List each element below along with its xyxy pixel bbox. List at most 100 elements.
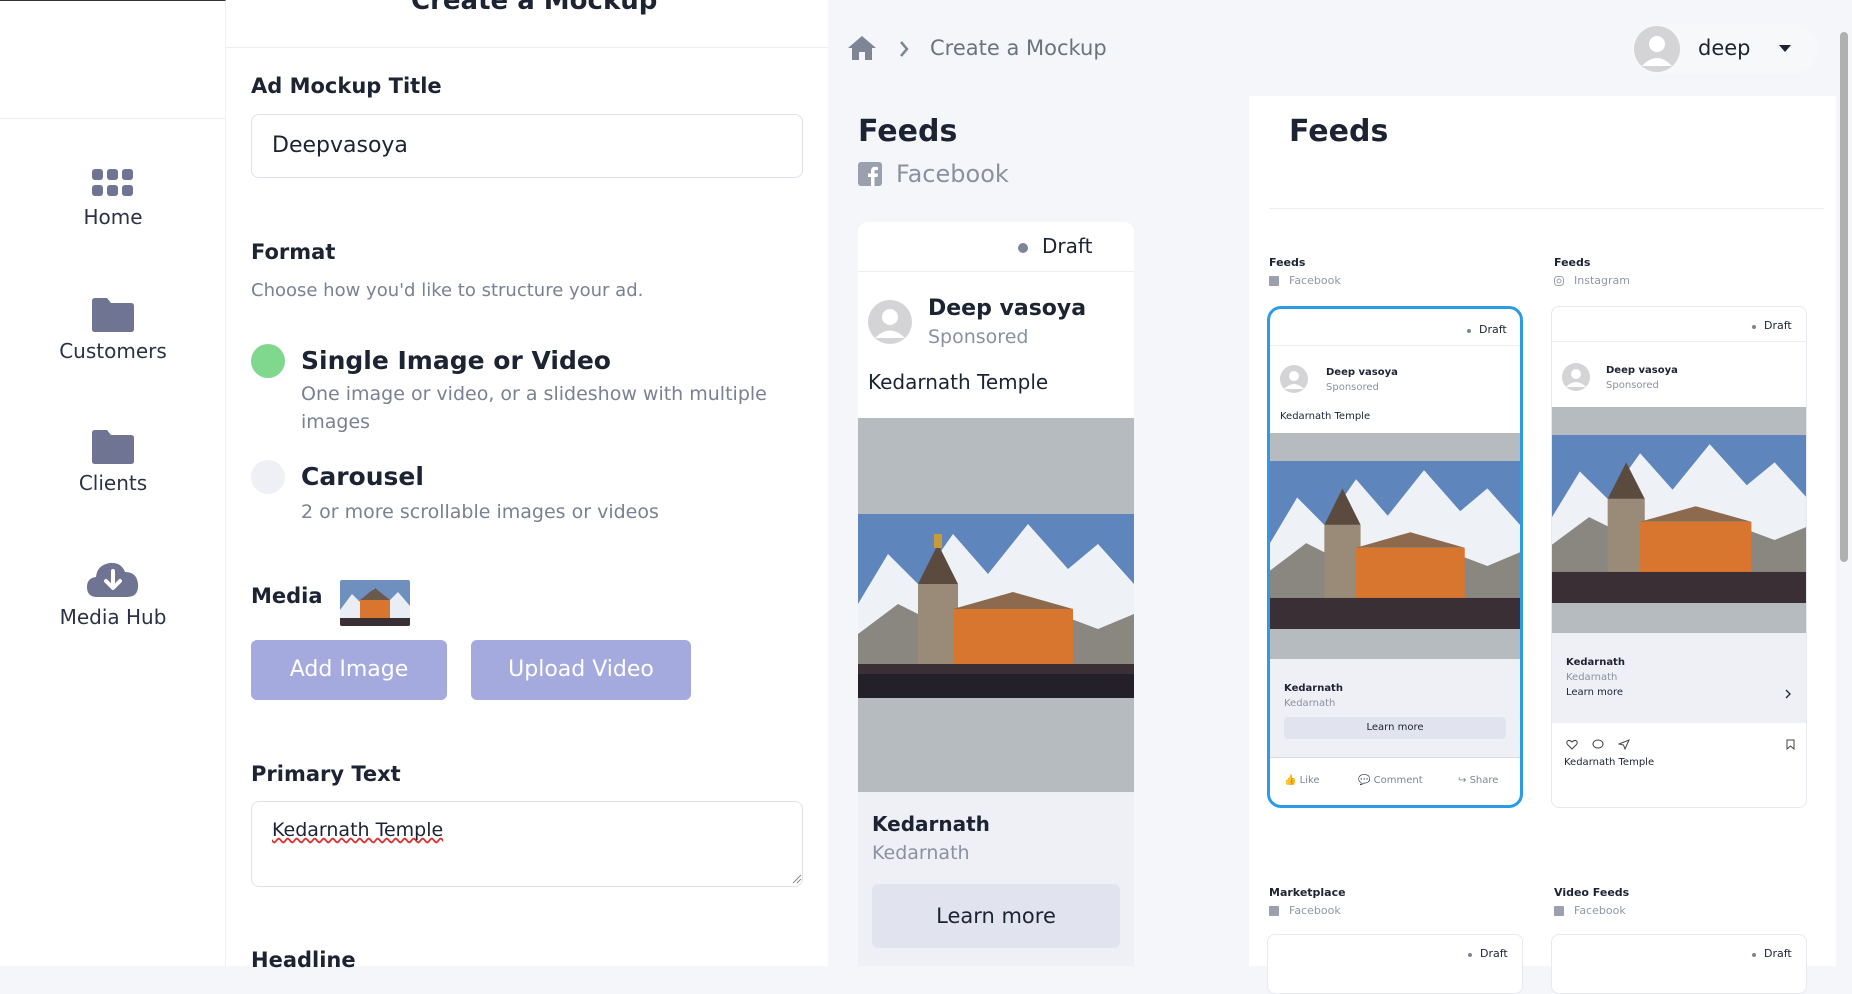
- sidebar-item-label: Clients: [78, 471, 148, 495]
- format-label: Format: [251, 240, 336, 264]
- sidebar-item-home[interactable]: Home: [0, 169, 226, 229]
- comment-icon[interactable]: [1592, 739, 1604, 750]
- link-section: Kedarnath Kedarnath Learn more: [1270, 659, 1520, 757]
- sponsored-label: Sponsored: [1606, 380, 1659, 391]
- title-input[interactable]: Deepvasoya: [251, 114, 803, 178]
- sponsored-label: Sponsored: [928, 326, 1029, 348]
- ad-text: Kedarnath Temple: [1280, 411, 1371, 422]
- platform-label: Facebook: [1574, 904, 1626, 917]
- status-dot-icon: [1752, 953, 1756, 957]
- divider: [1552, 341, 1806, 342]
- radio-carousel[interactable]: [251, 460, 285, 494]
- sidebar-item-clients[interactable]: Clients: [0, 429, 226, 495]
- primary-text-value: Kedarnath Temple: [272, 819, 444, 841]
- temple-image: [1270, 461, 1520, 629]
- folder-icon: [92, 298, 134, 332]
- link-title: Kedarnath: [1566, 657, 1625, 668]
- sidebar: Home Customers Clients Media Hub: [0, 0, 226, 966]
- temple-image: [340, 580, 410, 626]
- sidebar-item-media-hub[interactable]: Media Hub: [0, 557, 226, 629]
- status-dot-icon: [1468, 953, 1472, 957]
- facebook-icon: [1269, 276, 1279, 286]
- comment-action[interactable]: 💬 Comment: [1358, 775, 1423, 786]
- primary-text-label: Primary Text: [251, 762, 401, 786]
- user-name: deep: [1698, 36, 1751, 60]
- user-menu[interactable]: deep: [1632, 24, 1818, 74]
- avatar: [868, 300, 912, 344]
- learn-more-button[interactable]: Learn more: [872, 884, 1120, 948]
- radio-single-image[interactable]: [251, 344, 285, 378]
- chevron-right-icon: [1785, 689, 1791, 699]
- option-desc: One image or video, or a slideshow with …: [301, 383, 767, 433]
- avatar: [1634, 26, 1680, 72]
- share-icon: ↪: [1458, 775, 1467, 786]
- form-header: Create a Mockup: [226, 0, 828, 48]
- logo-area: [0, 1, 226, 119]
- divider: [1270, 345, 1520, 346]
- platform-label: Facebook: [1289, 274, 1341, 287]
- primary-text-input[interactable]: Kedarnath Temple: [251, 801, 803, 887]
- cloud-download-icon: [87, 562, 139, 597]
- status-badge: Draft: [1480, 947, 1508, 960]
- link-subtitle: Kedarnath: [1566, 672, 1618, 683]
- send-icon[interactable]: [1618, 739, 1630, 750]
- ad-media: [1552, 407, 1806, 633]
- link-section: Kedarnath Kedarnath Learn more: [1552, 633, 1806, 723]
- bookmark-icon[interactable]: [1786, 739, 1795, 750]
- link-section: Kedarnath Kedarnath Learn more: [858, 792, 1134, 966]
- sidebar-item-label: Media Hub: [59, 605, 167, 629]
- platform-label: Facebook: [896, 160, 1009, 188]
- section-label: Marketplace: [1269, 886, 1346, 899]
- status-badge: Draft: [1479, 323, 1507, 336]
- upload-video-button[interactable]: Upload Video: [471, 640, 691, 700]
- temple-image: [1552, 435, 1806, 603]
- placement-card-instagram-feed[interactable]: Draft Deep vasoya Sponsored Kedarnath Ke…: [1551, 306, 1807, 808]
- resize-handle-icon[interactable]: [792, 874, 802, 884]
- ad-media: [858, 418, 1134, 792]
- learn-more-button[interactable]: Learn more: [1284, 717, 1506, 739]
- ad-text: Kedarnath Temple: [868, 370, 1049, 394]
- section-label: Video Feeds: [1554, 886, 1630, 899]
- link-title: Kedarnath: [872, 812, 990, 836]
- option-title: Carousel: [301, 462, 424, 491]
- placement-card-facebook-feed[interactable]: Draft Deep vasoya Sponsored Kedarnath Te…: [1267, 306, 1523, 808]
- divider: [1269, 208, 1824, 209]
- platform-label: Facebook: [1289, 904, 1341, 917]
- action-label: Comment: [1373, 775, 1423, 786]
- author-name: Deep vasoya: [1326, 367, 1398, 378]
- title-label: Ad Mockup Title: [251, 74, 442, 98]
- placement-card-video-feeds[interactable]: Draft: [1551, 934, 1807, 994]
- option-desc: 2 or more scrollable images or videos: [301, 501, 659, 523]
- placement-card-marketplace[interactable]: Draft: [1267, 934, 1523, 994]
- heart-icon[interactable]: [1566, 739, 1578, 750]
- ad-media: [1270, 433, 1520, 659]
- ad-preview-card: Draft Deep vasoya Sponsored Kedarnath Te…: [858, 222, 1134, 966]
- action-label: Share: [1469, 775, 1499, 786]
- home-icon[interactable]: [846, 34, 878, 62]
- share-action[interactable]: ↪ Share: [1458, 775, 1498, 786]
- learn-more-link[interactable]: Learn more: [1566, 687, 1623, 698]
- facebook-icon: [858, 162, 882, 186]
- avatar: [1562, 363, 1590, 391]
- like-action[interactable]: 👍 Like: [1284, 775, 1320, 786]
- status-badge: Draft: [1764, 319, 1792, 332]
- add-image-button[interactable]: Add Image: [251, 640, 447, 700]
- sponsored-label: Sponsored: [1326, 382, 1379, 393]
- option-title: Single Image or Video: [301, 346, 611, 375]
- status-dot-icon: [1752, 325, 1756, 329]
- facebook-icon: [1269, 906, 1279, 916]
- breadcrumb[interactable]: Create a Mockup: [930, 36, 1107, 60]
- headline-label: Headline: [251, 948, 356, 972]
- temple-image: [858, 514, 1134, 698]
- main-preview: Feeds Facebook Draft Deep vasoya Sponsor…: [828, 96, 1249, 966]
- link-subtitle: Kedarnath: [1284, 698, 1336, 709]
- status-badge: Draft: [1764, 947, 1792, 960]
- comment-icon: 💬: [1358, 775, 1371, 786]
- preview-heading: Feeds: [858, 114, 958, 149]
- scrollbar[interactable]: [1840, 32, 1848, 562]
- media-thumbnail[interactable]: [340, 580, 410, 626]
- author-name: Deep vasoya: [1606, 365, 1678, 376]
- sidebar-item-customers[interactable]: Customers: [0, 297, 226, 363]
- sidebar-item-label: Customers: [59, 339, 167, 363]
- avatar: [1280, 365, 1308, 393]
